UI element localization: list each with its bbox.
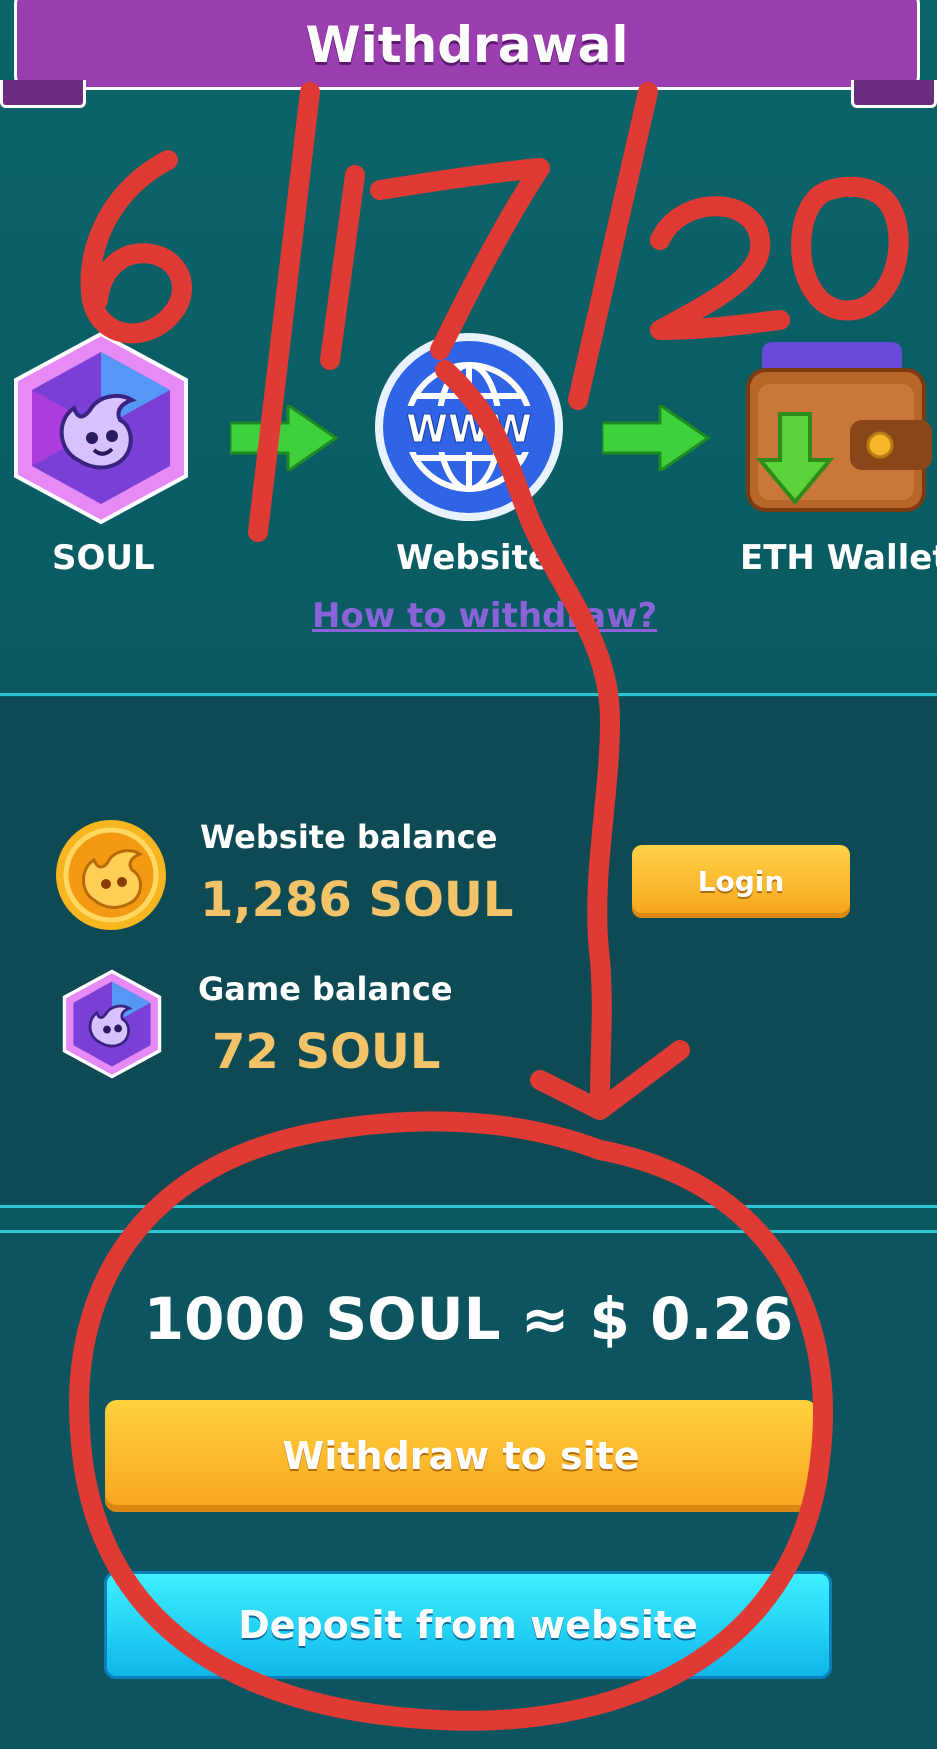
- website-balance-value: 1,286 SOUL: [200, 872, 514, 928]
- header-bar: Withdrawal: [14, 0, 920, 90]
- divider: [0, 1230, 937, 1233]
- divider: [0, 693, 937, 696]
- green-arrow-icon: [600, 402, 711, 475]
- flow-step-label-soul: SOUL: [52, 538, 155, 578]
- flow-step-label-eth-wallet: ETH Wallet: [740, 538, 937, 578]
- header-tab-left: [0, 80, 86, 108]
- wallet-icon: [738, 336, 937, 530]
- page-title: Withdrawal: [305, 16, 629, 74]
- soul-coin-icon: [54, 818, 168, 936]
- website-balance-label: Website balance: [200, 818, 498, 856]
- withdraw-to-site-button[interactable]: Withdraw to site: [105, 1400, 817, 1512]
- login-button[interactable]: Login: [632, 845, 850, 918]
- exchange-rate-text: 1000 SOUL ≈ $ 0.26: [143, 1285, 794, 1353]
- divider: [0, 1205, 937, 1208]
- game-balance-value: 72 SOUL: [212, 1024, 441, 1080]
- svg-text:WWW: WWW: [406, 407, 532, 451]
- how-to-withdraw-link[interactable]: How to withdraw?: [312, 596, 657, 636]
- balance-panel: [0, 697, 937, 1207]
- game-balance-label: Game balance: [198, 970, 453, 1008]
- green-arrow-icon: [228, 402, 339, 475]
- flow-step-label-website: Website: [396, 538, 551, 578]
- deposit-from-website-button[interactable]: Deposit from website: [104, 1571, 832, 1679]
- soul-gem-icon: [60, 968, 164, 1084]
- www-globe-icon: WWW: [372, 330, 566, 528]
- soul-gem-icon: [8, 330, 194, 530]
- header-tab-right: [851, 80, 937, 108]
